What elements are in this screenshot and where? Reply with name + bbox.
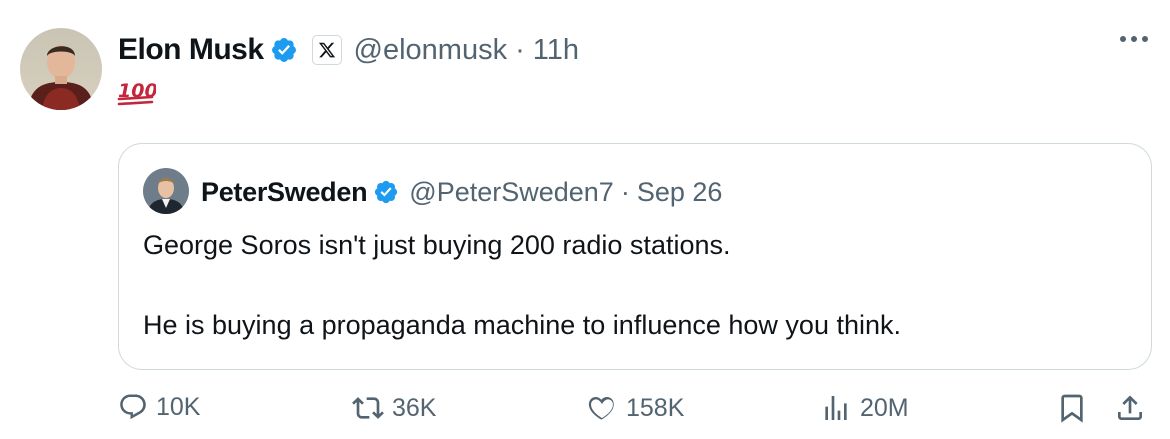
author-name[interactable]: Elon Musk [118,33,264,67]
more-icon[interactable] [1120,36,1148,42]
share-icon [1114,392,1146,424]
quoted-time[interactable]: Sep 26 [637,177,723,208]
more-dot [1131,36,1137,42]
reply-button[interactable]: 10K [118,392,200,422]
repost-icon [352,392,384,424]
reply-icon [118,392,148,422]
quoted-header: PeterSweden @PeterSweden7 · Sep 26 [201,172,722,212]
tweet-time[interactable]: 11h [533,34,579,67]
quoted-tweet[interactable]: PeterSweden @PeterSweden7 · Sep 26 Georg… [118,143,1152,370]
verified-badge-icon[interactable] [373,179,399,205]
quoted-text-line-2: He is buying a propaganda machine to inf… [143,310,901,340]
bookmark-icon [1056,392,1088,424]
repost-count: 36K [392,393,437,422]
tweet-header: Elon Musk @elonmusk · 11h [118,30,579,70]
quoted-author-handle[interactable]: @PeterSweden7 [409,177,614,208]
separator-dot: · [515,33,525,66]
separator-dot: · [620,176,630,207]
views-icon [820,392,852,424]
like-icon [586,392,618,424]
x-logo-icon[interactable] [311,35,342,65]
quoted-author-avatar[interactable] [143,168,189,214]
repost-button[interactable]: 36K [352,392,436,424]
author-avatar[interactable] [20,28,102,110]
reply-count: 10K [156,392,201,421]
quoted-text-line-1: George Soros isn't just buying 200 radio… [143,230,731,260]
share-button[interactable] [1114,392,1154,424]
action-bar: 10K 36K 158K 20M [0,392,1170,432]
verified-badge-icon[interactable] [270,36,298,64]
views-count: 20M [860,393,909,422]
quoted-author-name[interactable]: PeterSweden [201,177,368,208]
tweet-text: 100 [116,78,158,111]
hundred-points-emoji: 100 [117,80,158,106]
like-button[interactable]: 158K [586,392,684,424]
more-dot [1120,36,1126,42]
more-dot [1142,36,1148,42]
bookmark-button[interactable] [1056,392,1096,424]
like-count: 158K [626,393,685,422]
author-handle[interactable]: @elonmusk [354,34,508,67]
views-button[interactable]: 20M [820,392,909,424]
